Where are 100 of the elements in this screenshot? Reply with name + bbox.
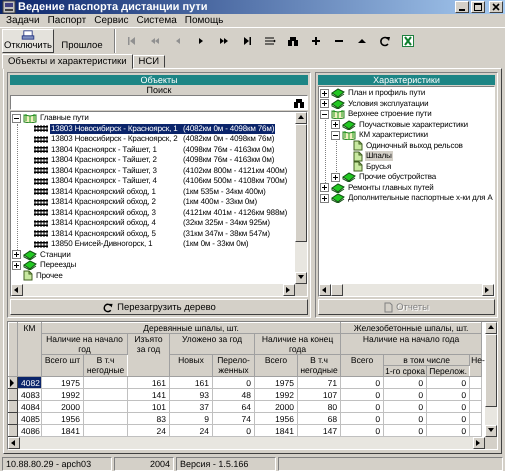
tree-item[interactable]: 13804 Красноярск - Тайшет, 3 (4102км 800м - 4121км 400м)	[50, 166, 288, 176]
tab[interactable]: НСИ	[132, 55, 166, 68]
row-selector[interactable]	[8, 400, 18, 412]
book-icon	[331, 98, 345, 109]
scroll-left-button[interactable]	[319, 284, 331, 296]
tree-item[interactable]: 13804 Красноярск - Тайшет, 1 (4098км 76м - 4163км 0м)	[50, 144, 276, 155]
tree-item[interactable]: Шпалы	[365, 151, 393, 162]
expand-icon[interactable]	[320, 183, 329, 192]
collapse-icon[interactable]	[12, 114, 21, 123]
toolbar-button[interactable]: Отключить	[2, 29, 54, 53]
left-arrow-icon	[13, 286, 21, 294]
tree-item[interactable]: Одиночный выход рельсов	[365, 140, 464, 151]
tree-item[interactable]: 13804 Красноярск - Тайшет, 4 (4106км 500м - 4108км 700м)	[50, 176, 288, 186]
status-text: 10.88.80.29 - apch03	[2, 457, 112, 471]
reload-tree-button[interactable]: Перезагрузить дерево	[10, 299, 308, 315]
table-cell: 4083	[18, 388, 42, 400]
column-header: Всего шт	[42, 354, 84, 376]
tree-item[interactable]: 13814 Красноярский обход, 1 (1км 535м - 34км 400м)	[50, 186, 267, 197]
tree-item[interactable]: 13814 Красноярский обход, 5 (31км 347м - 38км 547м)	[50, 228, 271, 239]
minimize-button[interactable]	[455, 1, 469, 13]
expand-icon[interactable]	[331, 120, 340, 130]
collapse-icon[interactable]	[320, 110, 329, 119]
scroll-left-button[interactable]	[8, 437, 20, 449]
tree-item[interactable]: КМ характеристики	[358, 130, 429, 140]
column-header: Всего	[340, 354, 384, 376]
scroll-right-button[interactable]	[283, 284, 295, 296]
maximize-button[interactable]	[471, 1, 485, 13]
tree-item[interactable]: 13850 Енисей-Дивногорск, 1 (1км 0м - 33км 0м)	[50, 239, 250, 250]
table-cell: 0	[384, 388, 427, 400]
expand-icon[interactable]	[320, 194, 329, 203]
app-icon	[2, 0, 16, 14]
left-arrow-icon	[10, 439, 18, 447]
toolbar-button[interactable]: Прошлое	[56, 29, 108, 53]
scroll-thumb[interactable]	[295, 124, 307, 242]
tree-item[interactable]: 13814 Красноярский обход, 2 (1км 400м - 33км 0м)	[50, 197, 258, 208]
refresh-icon	[102, 302, 114, 312]
scroll-down-button[interactable]	[295, 272, 307, 284]
scrollbar-corner	[295, 284, 307, 296]
scroll-right-button[interactable]	[473, 437, 485, 449]
document-icon	[353, 140, 363, 152]
horizontal-scrollbar[interactable]	[319, 284, 494, 296]
rail-track-icon	[34, 220, 48, 227]
table-cell: 0	[426, 388, 470, 400]
rail-track-icon	[34, 156, 48, 164]
horizontal-scrollbar[interactable]	[8, 437, 485, 449]
horizontal-scrollbar[interactable]	[11, 284, 295, 296]
menu-item[interactable]: Помощь	[180, 15, 228, 26]
menu-item[interactable]: Система	[132, 15, 181, 26]
tree-item[interactable]: 13814 Красноярский обход, 3 (4121км 401м - 4126км 988м)	[50, 208, 288, 218]
expand-icon[interactable]	[320, 88, 329, 98]
tree-item[interactable]: Дополнительные паспортные х-ки для А	[347, 193, 494, 204]
menu-item[interactable]: Сервис	[90, 15, 132, 26]
status-text: Версия - 1.5.166	[176, 457, 276, 471]
menu-item[interactable]: Задачи	[2, 15, 44, 26]
scroll-thumb[interactable]	[485, 334, 497, 407]
row-selector[interactable]	[8, 376, 18, 388]
tree-item[interactable]: Условия эксплуатации	[347, 98, 430, 109]
expand-icon[interactable]	[331, 172, 340, 182]
table-cell: 1956	[254, 412, 298, 424]
vertical-scrollbar[interactable]	[485, 322, 497, 437]
expand-icon[interactable]	[12, 260, 21, 270]
scroll-thumb[interactable]	[331, 284, 343, 296]
tree-item[interactable]: Брусья	[365, 162, 392, 172]
close-icon	[492, 3, 500, 11]
collapse-icon[interactable]	[331, 130, 340, 140]
expand-icon[interactable]	[320, 99, 329, 108]
expand-icon[interactable]	[12, 250, 21, 260]
vertical-scrollbar[interactable]	[295, 112, 307, 284]
table-cell	[470, 376, 482, 388]
menu-item[interactable]: Паспорт	[44, 15, 90, 26]
scrollbar-corner	[485, 437, 497, 449]
tree-item[interactable]: Станции	[39, 250, 72, 260]
row-selector[interactable]	[8, 388, 18, 400]
tree-item[interactable]: Поучастковые характеристики	[358, 120, 469, 130]
tree-item[interactable]: 13804 Красноярск - Тайшет, 2 (4098км 76м - 4163км 0м)	[50, 155, 276, 166]
table-cell: 0	[384, 412, 427, 424]
scroll-up-button[interactable]	[295, 112, 307, 124]
tree-item[interactable]: 13803 Новосибирск - Красноярск, 2 (4082км 0м - 4098км 76м)	[50, 134, 276, 144]
table-cell: 0	[212, 376, 254, 388]
binoculars-icon[interactable]	[291, 97, 307, 108]
scroll-left-button[interactable]	[11, 284, 23, 296]
search-field[interactable]	[10, 95, 308, 110]
tab[interactable]: Объекты и характеристики	[2, 54, 133, 69]
tree-item[interactable]: План и профиль пути	[347, 88, 426, 98]
tree-item[interactable]: Верхнее строение пути	[347, 109, 433, 120]
scroll-up-button[interactable]	[485, 322, 497, 334]
column-header: В т.ч негодные	[84, 354, 128, 376]
scroll-right-button[interactable]	[482, 284, 494, 296]
scroll-down-button[interactable]	[485, 425, 497, 437]
tree-item[interactable]: Прочие обустройства	[358, 172, 438, 182]
tree-item[interactable]: 13814 Красноярский обход, 4 (32км 325м - 34км 925м)	[50, 218, 271, 228]
tree-item[interactable]: 13803 Новосибирск - Красноярск, 1 (4082км 0м - 4098км 76м)	[50, 124, 276, 134]
close-button[interactable]	[489, 1, 503, 13]
row-selector[interactable]	[8, 412, 18, 424]
tree-item[interactable]: Ремонты главных путей	[347, 182, 435, 193]
tree-item[interactable]: Переезды	[39, 260, 78, 270]
tree-item[interactable]: Главные пути	[39, 113, 90, 124]
tree-item[interactable]: Прочее	[35, 270, 64, 281]
table-cell: 0	[340, 388, 384, 400]
row-selector[interactable]	[8, 424, 18, 436]
